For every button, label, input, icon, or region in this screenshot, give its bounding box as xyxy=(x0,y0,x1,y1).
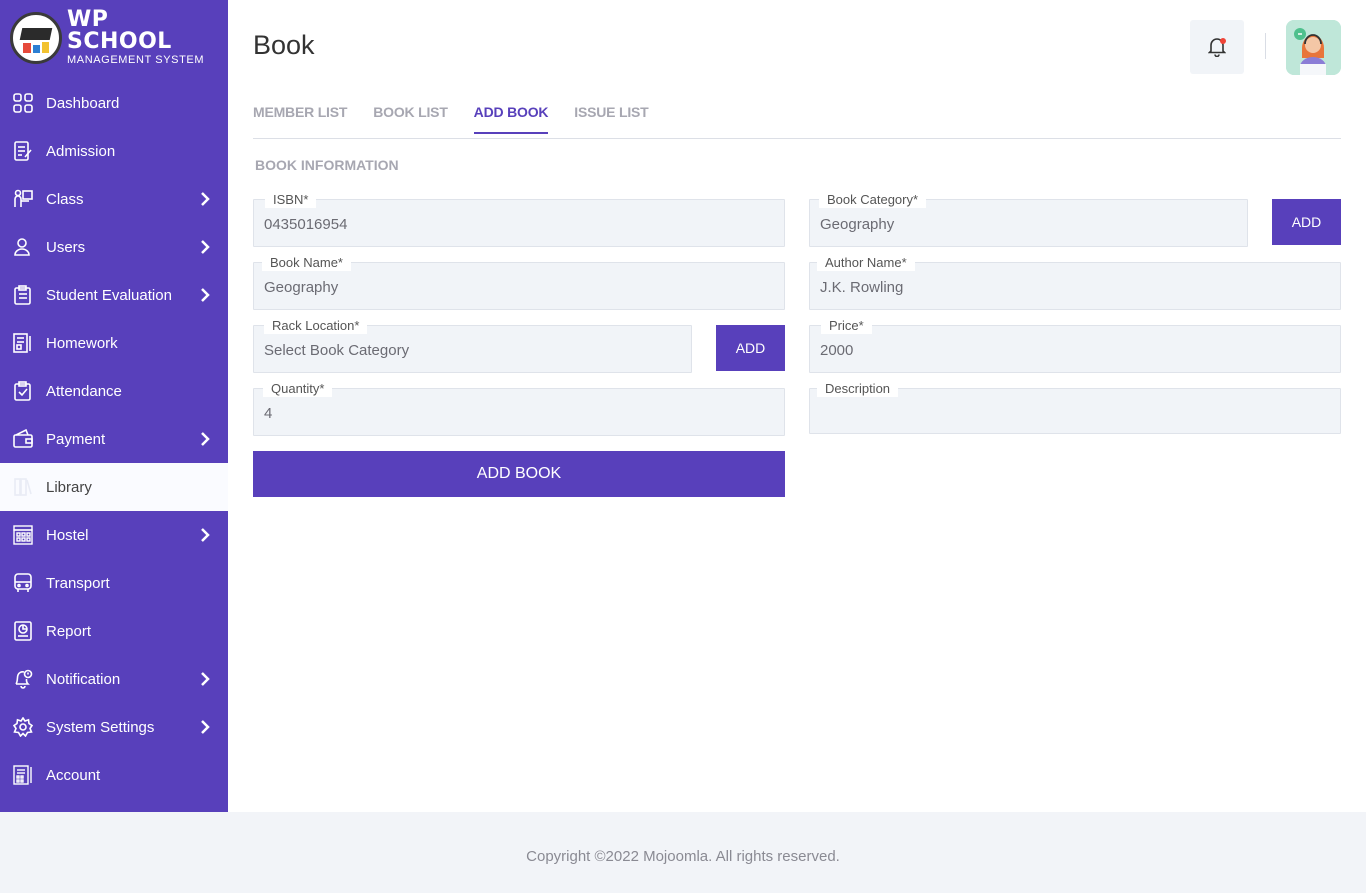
author-name-value: J.K. Rowling xyxy=(820,279,904,296)
chevron-right-icon xyxy=(201,720,210,734)
author-name-label: Author Name* xyxy=(817,255,915,271)
sidebar-item-label: Homework xyxy=(46,334,118,352)
price-label: Price* xyxy=(821,318,872,334)
sidebar-menu: Dashboard Admission Class Users Student … xyxy=(0,79,228,799)
avatar[interactable] xyxy=(1286,20,1341,75)
tab-add-book[interactable]: ADD BOOK xyxy=(473,104,548,134)
dashboard-icon xyxy=(12,92,34,114)
sidebar-item-label: Dashboard xyxy=(46,94,120,112)
sidebar-item-report[interactable]: Report xyxy=(0,607,228,655)
sidebar-item-admission[interactable]: Admission xyxy=(0,127,228,175)
clipboard-icon xyxy=(12,284,34,306)
add-book-category-button[interactable]: ADD xyxy=(1272,199,1341,245)
brand-title: WP SCHOOL xyxy=(67,7,172,54)
gear-icon xyxy=(12,716,34,738)
sidebar-item-student-evaluation[interactable]: Student Evaluation xyxy=(0,271,228,319)
sidebar-item-hostel[interactable]: Hostel xyxy=(0,511,228,559)
quantity-value: 4 xyxy=(264,405,273,422)
quantity-label: Quantity* xyxy=(263,381,333,397)
book-name-value: Geography xyxy=(264,279,339,296)
chevron-right-icon xyxy=(201,288,210,302)
attendance-icon xyxy=(12,380,34,402)
sidebar-item-account[interactable]: Account xyxy=(0,751,228,799)
book-category-select[interactable]: Book Category* Geography xyxy=(809,192,1248,247)
chevron-right-icon xyxy=(201,672,210,686)
sidebar-item-label: Hostel xyxy=(46,526,89,544)
isbn-label: ISBN* xyxy=(265,192,317,208)
header-divider xyxy=(1265,33,1266,59)
sidebar-item-users[interactable]: Users xyxy=(0,223,228,271)
sidebar-item-label: System Settings xyxy=(46,718,155,736)
sidebar-item-label: Account xyxy=(46,766,101,784)
section-title: BOOK INFORMATION xyxy=(255,157,399,173)
user-avatar-icon xyxy=(1286,20,1341,75)
chevron-right-icon xyxy=(201,432,210,446)
wallet-icon xyxy=(12,428,34,450)
sidebar-item-transport[interactable]: Transport xyxy=(0,559,228,607)
chevron-right-icon xyxy=(201,528,210,542)
sidebar-item-label: Users xyxy=(46,238,86,256)
author-name-field[interactable]: Author Name* J.K. Rowling xyxy=(809,255,1341,310)
book-category-value: Geography xyxy=(820,216,895,233)
page-title: Book xyxy=(253,30,315,60)
sidebar-item-library[interactable]: Library xyxy=(0,463,228,511)
sidebar-item-payment[interactable]: Payment xyxy=(0,415,228,463)
tab-member-list[interactable]: MEMBER LIST xyxy=(253,104,347,134)
sidebar-item-attendance[interactable]: Attendance xyxy=(0,367,228,415)
tab-divider xyxy=(253,138,1341,139)
sidebar-item-label: Transport xyxy=(46,574,110,592)
tab-issue-list[interactable]: ISSUE LIST xyxy=(574,104,648,134)
tab-book-list[interactable]: BOOK LIST xyxy=(373,104,448,134)
notification-icon xyxy=(12,668,34,690)
sidebar-item-label: Payment xyxy=(46,430,106,448)
notification-bell-button[interactable] xyxy=(1190,20,1244,74)
book-category-label: Book Category* xyxy=(819,192,927,208)
brand-subtitle: MANAGEMENT SYSTEM xyxy=(67,54,205,66)
rack-location-select[interactable]: Rack Location* Select Book Category xyxy=(253,318,692,373)
admission-icon xyxy=(12,140,34,162)
isbn-value: 0435016954 xyxy=(264,216,348,233)
user-icon xyxy=(12,236,34,258)
hostel-icon xyxy=(12,524,34,546)
tab-bar: MEMBER LIST BOOK LIST ADD BOOK ISSUE LIS… xyxy=(253,104,675,134)
description-textarea[interactable]: Description xyxy=(809,381,1341,434)
sidebar-item-label: Library xyxy=(46,478,92,496)
quantity-field[interactable]: Quantity* 4 xyxy=(253,381,785,436)
sidebar-item-label: Student Evaluation xyxy=(46,286,172,304)
school-logo-icon xyxy=(10,12,62,64)
sidebar-item-homework[interactable]: Homework xyxy=(0,319,228,367)
report-icon xyxy=(12,620,34,642)
sidebar-item-label: Class xyxy=(46,190,84,208)
brand-logo[interactable]: WP SCHOOL MANAGEMENT SYSTEM xyxy=(10,7,220,66)
sidebar-item-label: Admission xyxy=(46,142,116,160)
sidebar-item-system-settings[interactable]: System Settings xyxy=(0,703,228,751)
rack-location-value: Select Book Category xyxy=(264,342,410,359)
book-name-field[interactable]: Book Name* Geography xyxy=(253,255,785,310)
account-icon xyxy=(12,764,34,786)
rack-location-label: Rack Location* xyxy=(264,318,368,334)
notification-dot xyxy=(1220,38,1226,44)
sidebar-item-dashboard[interactable]: Dashboard xyxy=(0,79,228,127)
copyright-text: Copyright ©2022 Mojoomla. All rights res… xyxy=(526,848,840,865)
chevron-right-icon xyxy=(201,240,210,254)
price-value: 2000 xyxy=(820,342,854,359)
sidebar-item-label: Report xyxy=(46,622,92,640)
add-rack-location-button[interactable]: ADD xyxy=(716,325,785,371)
sidebar-item-label: Attendance xyxy=(46,382,122,400)
bus-icon xyxy=(12,572,34,594)
add-book-button[interactable]: ADD BOOK xyxy=(253,451,785,497)
isbn-field[interactable]: ISBN* 0435016954 xyxy=(253,192,785,247)
class-icon xyxy=(12,188,34,210)
chevron-right-icon xyxy=(201,192,210,206)
sidebar: WP SCHOOL MANAGEMENT SYSTEM Dashboard Ad… xyxy=(0,0,228,812)
book-name-label: Book Name* xyxy=(262,255,351,271)
homework-icon xyxy=(12,332,34,354)
library-icon xyxy=(12,476,34,498)
sidebar-item-label: Notification xyxy=(46,670,121,688)
sidebar-item-class[interactable]: Class xyxy=(0,175,228,223)
price-field[interactable]: Price* 2000 xyxy=(809,318,1341,373)
footer: Copyright ©2022 Mojoomla. All rights res… xyxy=(0,812,1366,893)
sidebar-item-notification[interactable]: Notification xyxy=(0,655,228,703)
description-label: Description xyxy=(817,381,899,397)
